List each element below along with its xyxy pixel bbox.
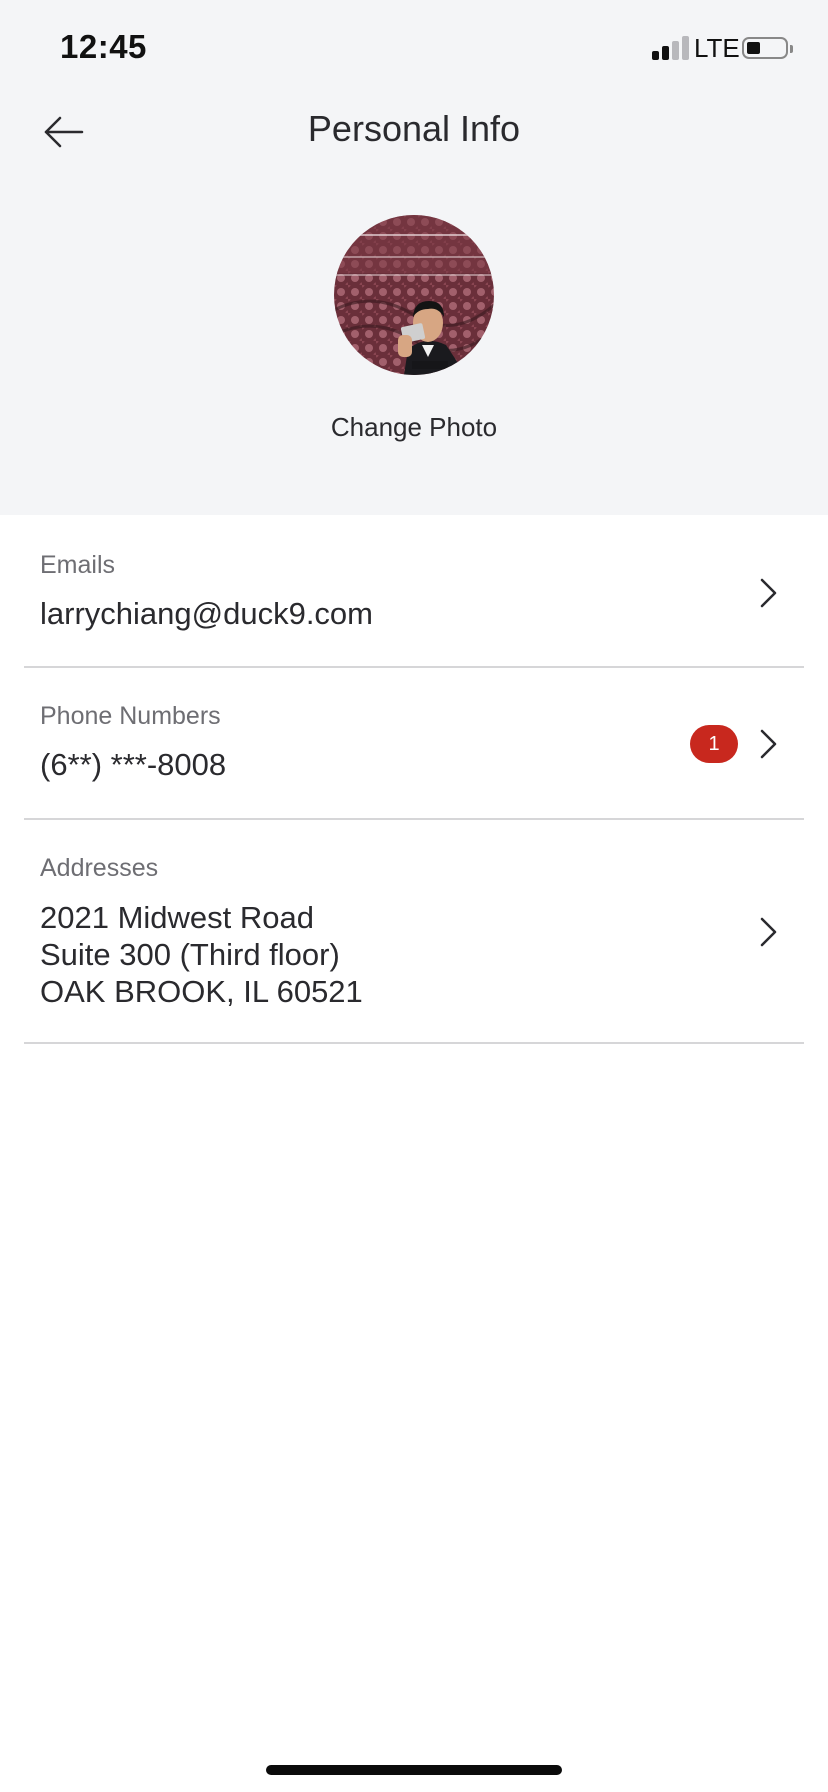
change-photo-row: Change Photo <box>0 412 828 443</box>
addresses-row[interactable]: Addresses 2021 Midwest Road Suite 300 (T… <box>24 820 804 1044</box>
page-title: Personal Info <box>307 108 521 149</box>
chevron-right-icon <box>760 729 777 759</box>
status-time: 12:45 <box>60 28 147 65</box>
phone-numbers-label: Phone Numbers <box>40 702 221 730</box>
signal-icon <box>652 36 692 60</box>
change-photo-button[interactable]: Change Photo <box>331 412 497 442</box>
emails-row[interactable]: Emails larrychiang@duck9.com <box>24 515 804 668</box>
notification-badge: 1 <box>690 725 738 763</box>
profile-photo <box>334 215 494 375</box>
phone-numbers-row[interactable]: Phone Numbers (6**) ***-8008 1 <box>24 668 804 820</box>
chevron-right-icon <box>760 578 777 608</box>
address-line-1: 2021 Midwest Road <box>40 900 314 935</box>
status-bar: 12:45 LTE <box>0 0 828 100</box>
phone-value: (6**) ***-8008 <box>40 747 227 782</box>
email-value: larrychiang@duck9.com <box>40 596 373 631</box>
addresses-label: Addresses <box>40 854 159 882</box>
address-line-2: Suite 300 (Third floor) <box>40 937 340 972</box>
chevron-right-icon <box>760 917 777 947</box>
address-line-3: OAK BROOK, IL 60521 <box>40 974 363 1009</box>
home-indicator[interactable] <box>266 1765 562 1775</box>
emails-label: Emails <box>40 551 116 579</box>
battery-icon <box>742 37 793 59</box>
network-type: LTE <box>694 33 740 63</box>
avatar[interactable] <box>334 215 494 375</box>
